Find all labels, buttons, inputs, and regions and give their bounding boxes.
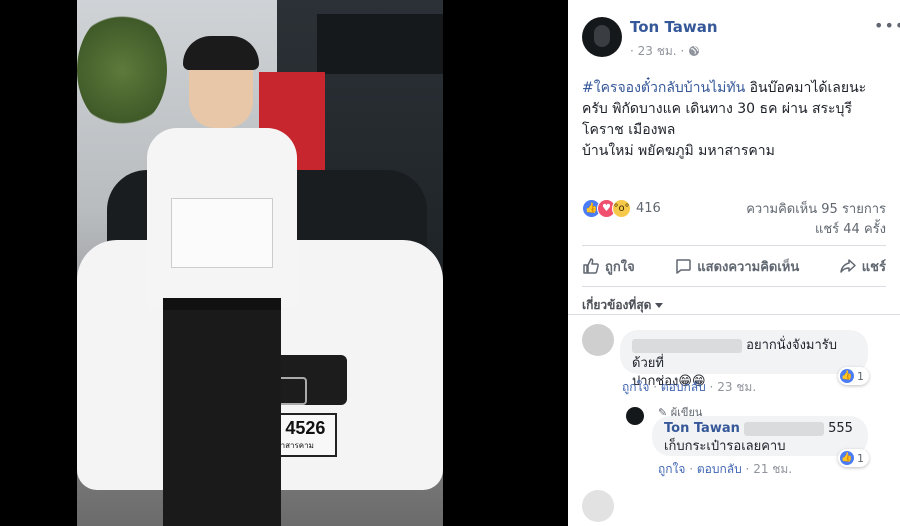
reply-tail: 555: [828, 421, 853, 436]
reply-like-number: 1: [857, 451, 864, 465]
post-meta: · 23 ชม. ·: [630, 42, 700, 61]
share-count[interactable]: แชร์ 44 ครั้ง: [746, 220, 886, 240]
comment-reply-link[interactable]: ตอบกลับ: [661, 380, 706, 394]
post-time[interactable]: 23 ชม.: [638, 44, 677, 58]
divider: [582, 286, 886, 287]
photo-viewer: กก 4526 มหาสารคาม: [0, 0, 568, 526]
reply-bubble: Ton Tawan 555 เก็บกระเป๋ารอเลยคาบ: [652, 416, 868, 456]
reply-reply-link[interactable]: ตอบกลับ: [697, 462, 742, 476]
next-comment: [568, 486, 900, 526]
engagement-counts: ความคิดเห็น 95 รายการ แชร์ 44 ครั้ง: [746, 200, 886, 240]
like-reaction-icon: 👍: [840, 451, 854, 465]
like-button-label: ถูกใจ: [605, 259, 635, 275]
comment-like-number: 1: [857, 369, 864, 383]
meta-separator-2: ·: [680, 44, 685, 58]
meta-separator: ·: [630, 44, 634, 58]
post-actions: ถูกใจ แสดงความคิดเห็น แชร์: [582, 253, 886, 279]
more-options-icon[interactable]: •••: [874, 16, 900, 35]
reply-author-name[interactable]: Ton Tawan: [664, 421, 740, 436]
commenter-name-blurred: [632, 338, 742, 353]
reply-author-avatar[interactable]: [626, 407, 644, 425]
comment-count[interactable]: ความคิดเห็น 95 รายการ: [746, 200, 886, 220]
comment-bubble: อยากนั่งจังมารับด้วยที่ ปากช่อง😁😁: [620, 330, 868, 389]
author-name[interactable]: Ton Tawan: [630, 18, 718, 36]
tree: [77, 10, 167, 130]
building-sign: [317, 14, 443, 74]
post-hashtag[interactable]: #ใครจองตั๋วกลับบ้านไม่ทัน: [582, 80, 745, 96]
post-panel: Ton Tawan · 23 ชม. · ••• #ใครจองตั๋วกลับ…: [568, 0, 900, 526]
comment-filter-label: เกี่ยวข้องที่สุด: [582, 298, 652, 312]
post-text: #ใครจองตั๋วกลับบ้านไม่ทัน อินบ๊อคมาได้เล…: [582, 78, 882, 162]
share-button-label: แชร์: [861, 259, 886, 275]
comment-like-link[interactable]: ถูกใจ: [622, 380, 649, 394]
commenter-avatar[interactable]: [582, 490, 614, 522]
divider: [582, 245, 886, 246]
author-avatar[interactable]: [582, 17, 622, 57]
comment-actions: ถูกใจ · ตอบกลับ · 23 ชม.: [622, 380, 757, 394]
thumbs-up-icon: [583, 258, 599, 274]
reaction-count: 416: [636, 200, 661, 216]
wow-reaction-icon: °o°: [612, 198, 631, 218]
comment-button[interactable]: แสดงความคิดเห็น: [674, 256, 799, 277]
like-reaction-icon: 👍: [840, 369, 854, 383]
like-button[interactable]: ถูกใจ: [582, 256, 635, 277]
person-hair: [183, 36, 259, 70]
globe-icon: [689, 46, 700, 56]
reply-time[interactable]: 21 ชม.: [753, 462, 792, 476]
reply-like-count[interactable]: 👍 1: [838, 449, 869, 467]
comment-time[interactable]: 23 ชม.: [717, 380, 756, 394]
reply-like-link[interactable]: ถูกใจ: [658, 462, 685, 476]
comment-button-label: แสดงความคิดเห็น: [697, 259, 800, 275]
comment-like-count[interactable]: 👍 1: [838, 367, 869, 385]
comment-filter[interactable]: เกี่ยวข้องที่สุด: [582, 296, 664, 315]
reaction-summary[interactable]: 👍 ♥ °o° 416: [582, 198, 661, 218]
share-icon: [840, 259, 856, 273]
caret-down-icon: [655, 303, 664, 308]
divider: [568, 314, 900, 315]
comment-icon: [676, 259, 691, 274]
post-body-line2: บ้านใหม่ พยัคฆภูมิ มหาสารคาม: [582, 143, 775, 159]
handheld-sign: [171, 198, 273, 268]
reply-text: เก็บกระเป๋ารอเลยคาบ: [664, 439, 786, 454]
post-photo[interactable]: กก 4526 มหาสารคาม: [77, 0, 443, 526]
person-pants: [163, 300, 281, 526]
commenter-avatar[interactable]: [582, 324, 614, 356]
tagged-name-blurred: [744, 421, 824, 436]
reply-actions: ถูกใจ · ตอบกลับ · 21 ชม.: [658, 462, 793, 476]
share-button[interactable]: แชร์: [839, 256, 886, 277]
person-belt: [163, 298, 281, 310]
